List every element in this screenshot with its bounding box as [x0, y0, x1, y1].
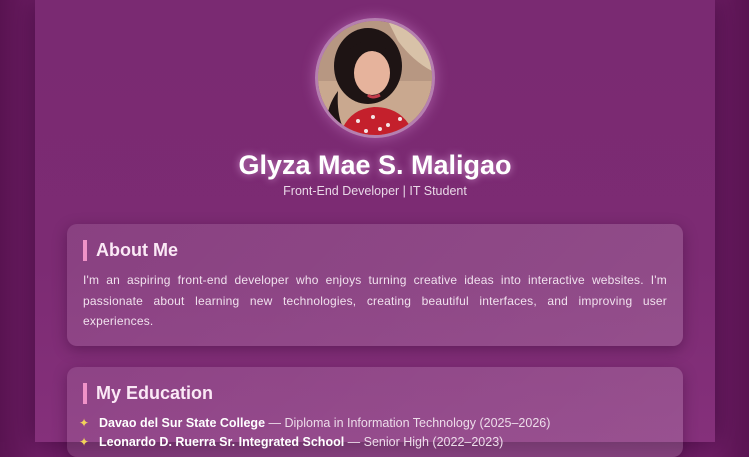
list-item: ✦ Davao del Sur State College — Diploma i… [79, 414, 550, 433]
about-text: I'm an aspiring front-end developer who … [83, 273, 667, 328]
about-heading: About Me [83, 240, 178, 261]
education-list: ✦ Davao del Sur State College — Diploma i… [79, 414, 550, 452]
avatar-photo [318, 21, 432, 135]
list-item: ✦ Leonardo D. Ruerra Sr. Integrated Schoo… [79, 433, 550, 452]
profile-panel: Glyza Mae S. Maligao Front-End Developer… [35, 0, 715, 457]
school-detail: — Diploma in Information Technology (202… [265, 416, 551, 430]
profile-name: Glyza Mae S. Maligao [238, 150, 512, 180]
graduation-sparkle-icon: ✦ [79, 435, 90, 449]
school-detail: — Senior High (2022–2023) [344, 435, 504, 449]
education-card: My Education ✦ Davao del Sur State Colleg… [67, 367, 683, 457]
school-name: Davao del Sur State College [99, 416, 266, 430]
avatar [315, 18, 435, 138]
education-heading: My Education [83, 383, 213, 404]
about-card: About Me I'm an aspiring front-end devel… [67, 224, 683, 346]
school-name: Leonardo D. Ruerra Sr. Integrated School [99, 435, 345, 449]
profile-subtitle: Front-End Developer | IT Student [283, 184, 467, 198]
graduation-sparkle-icon: ✦ [79, 416, 90, 430]
